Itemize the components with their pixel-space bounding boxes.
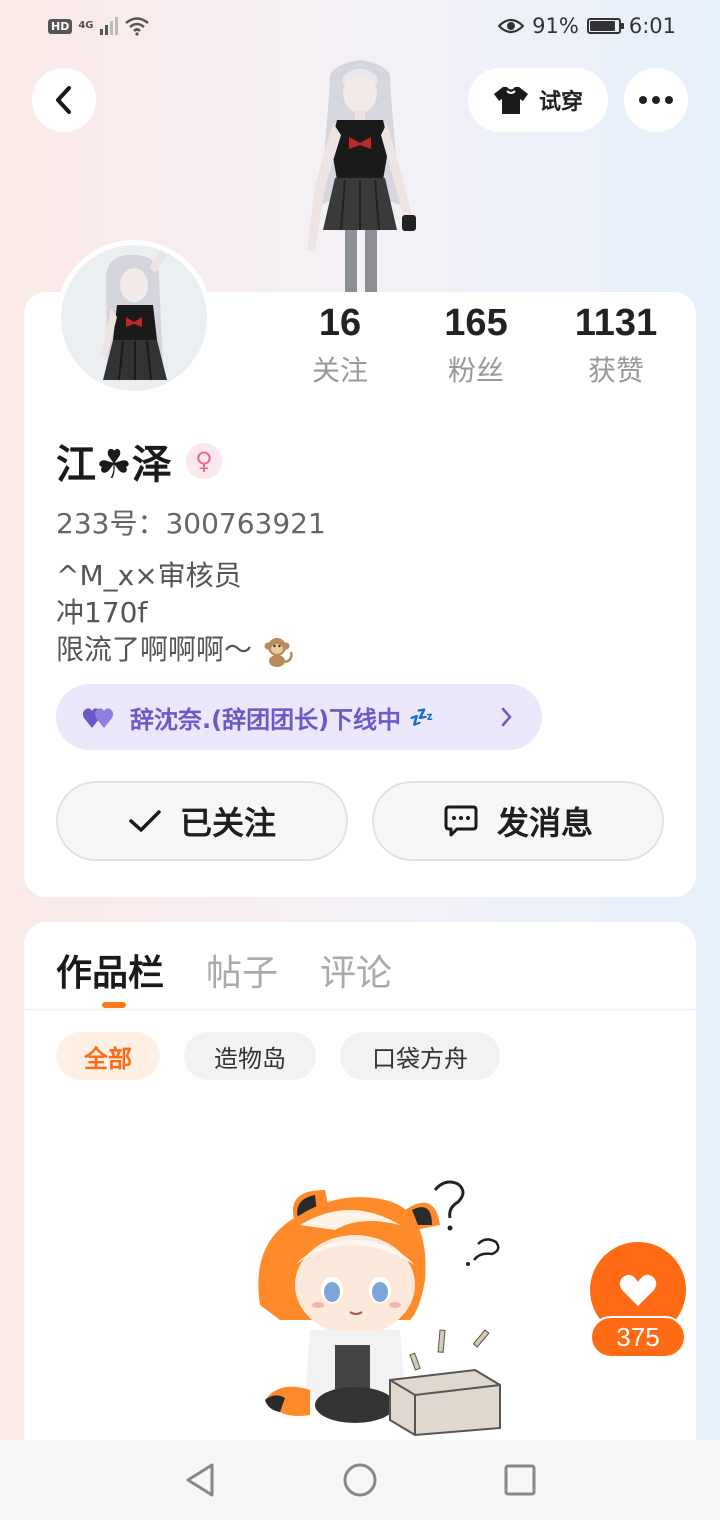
nav-home-icon[interactable] <box>340 1460 380 1500</box>
eye-icon <box>498 18 525 34</box>
check-icon <box>129 810 161 832</box>
bio-line: 限流了啊啊啊～ <box>56 633 253 666</box>
nav-back-icon[interactable] <box>180 1460 220 1500</box>
back-icon <box>56 86 71 114</box>
battery-icon <box>586 18 624 34</box>
tab-posts[interactable]: 帖子 <box>206 944 278 996</box>
filter-all[interactable]: 全部 <box>56 1032 160 1080</box>
character-figure <box>307 60 416 295</box>
message-button-label: 发消息 <box>496 804 593 842</box>
bio: ^M_x×审核员 冲170f 限流了啊啊啊～ <box>56 557 295 668</box>
try-on-label: 试穿 <box>538 90 583 115</box>
following-button-label: 已关注 <box>179 804 276 842</box>
shirt-icon <box>493 87 528 114</box>
clock: 6:01 <box>628 14 676 38</box>
empty-state-illustration <box>258 1180 501 1437</box>
followers-count: 165 <box>444 302 508 344</box>
filter-creation-island[interactable]: 造物岛 <box>184 1032 316 1080</box>
more-icon <box>639 96 647 104</box>
tab-divider <box>24 1009 696 1010</box>
group-status-pill[interactable]: 辞沈奈.(辞团团长)下线中 💤 <box>56 684 542 750</box>
following-button[interactable]: 已关注 <box>56 781 348 861</box>
following-label: 关注 <box>311 354 368 387</box>
chevron-right-icon <box>501 707 512 727</box>
user-id: 233号：300763921 <box>56 507 326 540</box>
network-type: 4G <box>78 20 94 31</box>
filter-pocket-ark[interactable]: 口袋方舟 <box>340 1032 500 1080</box>
likes-count: 1131 <box>574 302 658 344</box>
tab-works[interactable]: 作品栏 <box>56 944 164 996</box>
back-button[interactable] <box>32 68 96 132</box>
bio-line: 冲170f <box>56 596 148 629</box>
group-status-text: 辞沈奈.(辞团团长)下线中 <box>130 705 402 734</box>
stat-likes[interactable]: 1131 获赞 <box>556 302 676 389</box>
avatar[interactable] <box>56 240 212 396</box>
stats-row: 16 关注 165 粉丝 1131 获赞 <box>290 302 680 402</box>
monkey-icon <box>264 638 293 667</box>
tab-comments[interactable]: 评论 <box>320 944 392 996</box>
sleep-icon: 💤 <box>409 705 434 729</box>
nav-recents-icon[interactable] <box>500 1460 540 1500</box>
bio-line-3: 限流了啊啊啊～ <box>56 631 295 668</box>
avatar-character <box>101 250 167 381</box>
female-icon: ♀ <box>185 443 222 479</box>
more-icon-dot <box>665 96 673 104</box>
stat-followers[interactable]: 165 粉丝 <box>416 302 536 389</box>
system-nav-bar <box>0 1440 720 1520</box>
status-right: 91% 6:01 <box>498 14 676 38</box>
heart-icon <box>619 1274 657 1306</box>
hd-badge: HD <box>48 18 73 34</box>
active-tab-indicator <box>102 1002 126 1008</box>
signal-icon <box>99 17 118 35</box>
more-button[interactable] <box>624 68 688 132</box>
wifi-icon <box>124 17 149 36</box>
status-bar: HD 4G 91% 6:01 <box>0 0 720 58</box>
message-icon <box>444 805 478 837</box>
following-count: 16 <box>318 302 362 344</box>
likes-label: 获赞 <box>587 354 644 387</box>
try-on-button[interactable]: 试穿 <box>468 68 608 132</box>
double-heart-icon <box>82 708 114 728</box>
bio-line: ^M_x×审核员 <box>56 559 242 592</box>
like-count: 375 <box>590 1316 686 1358</box>
status-left: HD 4G <box>48 16 150 36</box>
stat-following[interactable]: 16 关注 <box>280 302 400 389</box>
battery-percent: 91% <box>532 14 579 38</box>
message-button[interactable]: 发消息 <box>372 781 664 861</box>
followers-label: 粉丝 <box>447 354 504 387</box>
works-tabs: 作品栏 帖子 评论 <box>56 944 392 996</box>
username: 江☘泽 <box>56 442 172 488</box>
more-icon-dot <box>652 96 660 104</box>
name-row: 江☘泽 ♀ <box>56 432 222 490</box>
